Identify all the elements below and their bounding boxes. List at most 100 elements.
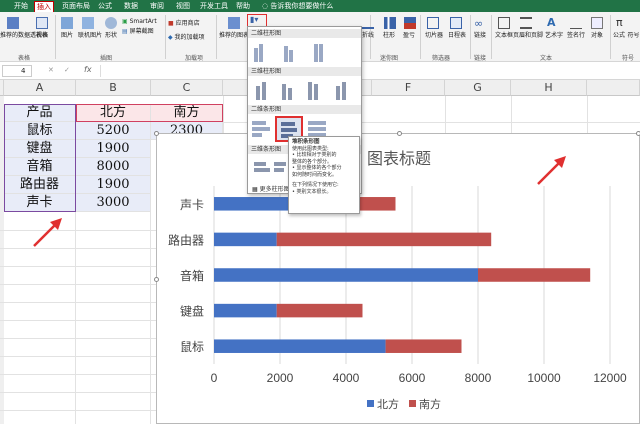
column-header-h[interactable]: H [511,80,587,96]
enter-icon[interactable]: ✓ [64,66,70,74]
object-button[interactable]: 对象 [586,32,608,39]
category-label: 键盘 [180,304,204,319]
bar-segment[interactable] [214,303,277,318]
recommended-chart-icon [228,17,240,29]
timeline-button[interactable]: 日程表 [444,32,470,39]
bar-glyph [281,128,297,132]
recommended-pivot-button[interactable]: 推荐的数据透视表 [0,32,48,39]
table-button[interactable]: 表格 [30,32,54,39]
category-label: 鼠标 [180,340,204,354]
bar-segment[interactable] [214,268,478,282]
column-chart-options[interactable] [252,40,360,64]
signature-line-button[interactable]: 签名行 [564,32,588,39]
equation-icon: π [616,16,623,29]
tab-data[interactable]: 数据 [124,1,138,12]
picture-button[interactable]: 图片 [56,32,78,39]
bar-segment[interactable] [276,232,492,247]
bar-segment[interactable] [385,339,462,353]
online-picture-button[interactable]: 联机图片 [78,32,102,39]
smartart-button[interactable]: ▣ SmartArt [122,18,162,25]
tab-developer[interactable]: 开发工具 [200,1,228,12]
bar-3d-glyph-set [254,162,286,172]
chart-category-labels: 鼠标 键盘 音箱 路由器 声卡 [168,198,204,354]
legend-label: 南方 [419,397,441,411]
online-picture-icon [82,17,94,29]
resize-handle[interactable] [154,131,159,136]
column-glyph [289,50,293,62]
tab-page-layout[interactable]: 页面布局 [62,1,90,12]
section-3d-column: 三维柱形图 [248,67,361,76]
tab-review[interactable]: 审阅 [150,1,164,12]
bar-3d-glyph [254,168,270,172]
store-icon: ■ [168,20,174,27]
bar-3d-glyph [254,162,266,166]
screenshot-button[interactable]: ▤ 屏幕截图 [122,28,162,35]
sparkline-winloss-button[interactable]: 盈亏 [398,32,420,39]
formula-input[interactable] [100,65,640,77]
cancel-icon[interactable]: ✕ [48,66,54,74]
equation-button[interactable]: 公式 [611,32,627,39]
tab-view[interactable]: 视图 [176,1,190,12]
function-icon[interactable]: fx [84,65,92,74]
column-3d-options[interactable] [252,78,360,102]
column-3d-glyph-set [256,82,346,100]
tab-help[interactable]: 帮助 [236,1,250,12]
tab-home[interactable]: 开始 [14,1,28,12]
bar-3d-glyph [274,162,286,166]
wordart-button[interactable]: 艺术字 [542,32,566,39]
column-glyph [319,44,323,62]
bar-segment[interactable] [214,232,277,247]
annotation-arrow-icon [537,156,566,185]
x-tick-label: 6000 [399,371,426,385]
sparkline-column-button[interactable]: 柱形 [378,32,400,39]
column-sparkline-icon [384,17,396,29]
tab-insert[interactable]: 插入 [34,1,54,12]
name-box[interactable]: 4 [2,65,32,77]
timeline-icon [450,17,462,29]
bar-segment[interactable] [214,339,386,353]
bar-segment[interactable] [478,268,591,282]
store-button[interactable]: ■ 应用商店 [168,20,214,27]
tab-formulas[interactable]: 公式 [98,1,112,12]
category-label: 声卡 [180,198,204,212]
resize-handle[interactable] [154,277,159,282]
resize-handle[interactable] [636,131,640,136]
column-header-g[interactable]: G [445,80,511,96]
column-3d-glyph [282,84,286,100]
column-header-b[interactable]: B [76,80,151,96]
header-footer-icon [520,17,532,29]
group-label-tables: 表格 [18,55,31,62]
link-button[interactable]: 链接 [470,32,490,39]
divider [165,15,166,59]
section-2d-bar: 二维条形图 [248,105,361,114]
section-2d-column: 二维柱形图 [248,29,361,38]
recommended-charts-button[interactable]: 推荐的图表 [219,32,249,39]
column-header-c[interactable]: C [151,80,223,96]
bar-glyph-set-100pct [308,121,326,137]
column-glyph-set [254,44,323,62]
column-header-f[interactable]: F [372,80,445,96]
bar-glyph-set-clustered [252,121,270,137]
bar-glyph [308,121,326,125]
chart-title[interactable]: 图表标题 [367,150,431,168]
x-tick-label: 4000 [333,371,360,385]
divider [216,15,217,59]
resize-handle[interactable] [397,131,402,136]
chart-legend[interactable]: 北方 南方 [367,397,441,411]
textbox-icon [498,17,510,29]
shapes-button[interactable]: 形状 [100,32,122,39]
bar-3d-glyph [274,168,284,172]
column-header-i[interactable] [587,80,640,96]
my-addins-button[interactable]: ◆ 我的加载项 [168,34,214,41]
group-label-sparklines: 迷你图 [380,55,399,62]
bar-3d-options[interactable] [252,156,292,180]
legend-swatch [367,400,374,407]
header-footer-button[interactable]: 页眉和页脚 [513,32,543,39]
bar-segment[interactable] [276,303,363,318]
column-3d-glyph [256,86,260,100]
bar-glyph [252,133,262,137]
tell-me-search[interactable]: ◌ 告诉我你想要做什么 [262,1,333,12]
column-header-a[interactable]: A [4,80,76,96]
symbol-button[interactable]: 符号 [627,32,640,39]
legend-label: 北方 [377,397,399,411]
